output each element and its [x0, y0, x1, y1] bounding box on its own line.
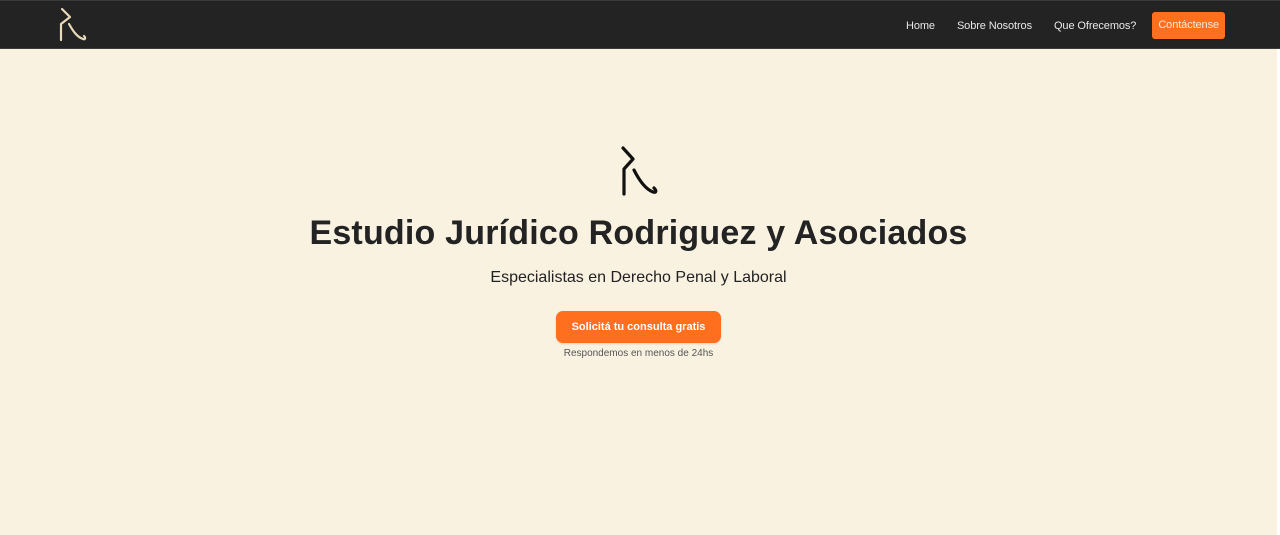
response-time-note: Respondemos en menos de 24hs [563, 348, 714, 359]
nav-link-sobre-nosotros[interactable]: Sobre Nosotros [957, 20, 1032, 32]
hero-logo-icon [620, 146, 657, 196]
consultation-button[interactable]: Solicitá tu consulta gratis [555, 311, 722, 343]
nav-links: Home Sobre Nosotros Que Ofrecemos? Contá… [906, 12, 1225, 39]
hero-subtitle: Especialistas en Derecho Penal y Laboral [490, 269, 787, 286]
navbar: Home Sobre Nosotros Que Ofrecemos? Contá… [0, 0, 1280, 49]
hero-section: Estudio Jurídico Rodriguez y Asociados E… [0, 49, 1277, 360]
logo-icon[interactable] [56, 7, 88, 43]
hero-title: Estudio Jurídico Rodriguez y Asociados [309, 214, 968, 252]
nav-link-home[interactable]: Home [906, 20, 935, 32]
page: Home Sobre Nosotros Que Ofrecemos? Contá… [0, 0, 1280, 535]
nav-link-que-ofrecemos[interactable]: Que Ofrecemos? [1054, 20, 1136, 32]
contact-button[interactable]: Contáctense [1152, 12, 1225, 39]
